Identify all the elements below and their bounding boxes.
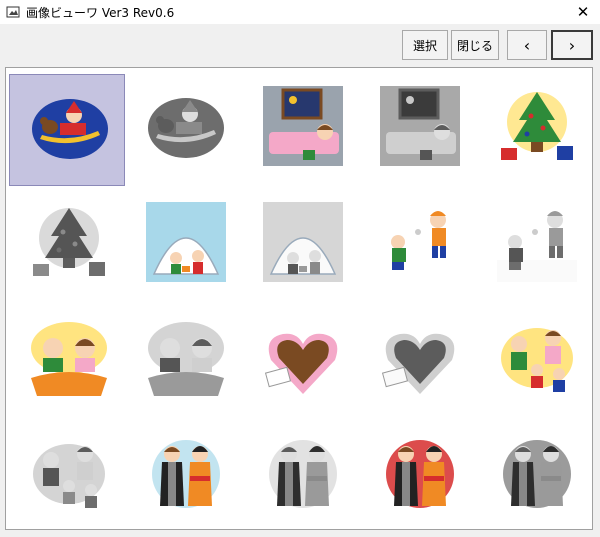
thumbnail-item[interactable] [9, 306, 125, 418]
close-button[interactable]: 閉じる [451, 30, 499, 60]
thumbnail-item[interactable] [477, 422, 593, 534]
select-button[interactable]: 選択 [402, 30, 448, 60]
image-viewer-window: 画像ビューワ Ver3 Rev0.6 ✕ 選択 閉じる ‹ › [0, 0, 600, 537]
thumbnail-image [30, 87, 110, 167]
thumbnail-image [263, 434, 343, 514]
thumbnail-grid [5, 67, 593, 530]
thumbnail-image [146, 318, 226, 398]
thumbnail-item[interactable] [243, 190, 359, 302]
thumbnail-image [497, 434, 577, 514]
thumbnail-image [380, 202, 460, 282]
thumbnail-item[interactable] [126, 74, 242, 186]
thumbnail-image [263, 202, 343, 282]
thumbnail-item[interactable] [360, 306, 476, 418]
thumbnail-image [497, 202, 577, 282]
thumbnail-item[interactable] [360, 422, 476, 534]
thumbnail-item[interactable] [9, 422, 125, 534]
previous-button[interactable]: ‹ [507, 30, 547, 60]
thumbnail-item[interactable] [477, 306, 593, 418]
app-icon [6, 6, 20, 18]
title-bar: 画像ビューワ Ver3 Rev0.6 ✕ [0, 0, 600, 24]
thumbnail-item[interactable] [477, 190, 593, 302]
thumbnail-item[interactable] [126, 422, 242, 534]
thumbnail-image [29, 202, 109, 282]
close-window-button[interactable]: ✕ [566, 0, 600, 24]
thumbnail-image [29, 318, 109, 398]
window-title: 画像ビューワ Ver3 Rev0.6 [26, 5, 175, 20]
thumbnail-image [380, 86, 460, 166]
thumbnail-item[interactable] [243, 74, 359, 186]
thumbnail-image [146, 202, 226, 282]
thumbnail-image [380, 434, 460, 514]
thumbnail-item[interactable] [9, 74, 125, 186]
thumbnail-image [497, 86, 577, 166]
thumbnail-item[interactable] [9, 190, 125, 302]
thumbnail-item[interactable] [360, 190, 476, 302]
thumbnail-item[interactable] [126, 190, 242, 302]
thumbnail-item[interactable] [360, 74, 476, 186]
thumbnail-image [146, 434, 226, 514]
thumbnail-image [263, 86, 343, 166]
thumbnail-image [380, 318, 460, 398]
thumbnail-image [146, 86, 226, 166]
thumbnail-image [29, 434, 109, 514]
next-button[interactable]: › [551, 30, 593, 60]
toolbar: 選択 閉じる ‹ › [0, 24, 600, 66]
thumbnail-image [497, 318, 577, 398]
thumbnail-item[interactable] [126, 306, 242, 418]
thumbnail-image [263, 318, 343, 398]
thumbnail-item[interactable] [243, 422, 359, 534]
thumbnail-item[interactable] [243, 306, 359, 418]
thumbnail-item[interactable] [477, 74, 593, 186]
